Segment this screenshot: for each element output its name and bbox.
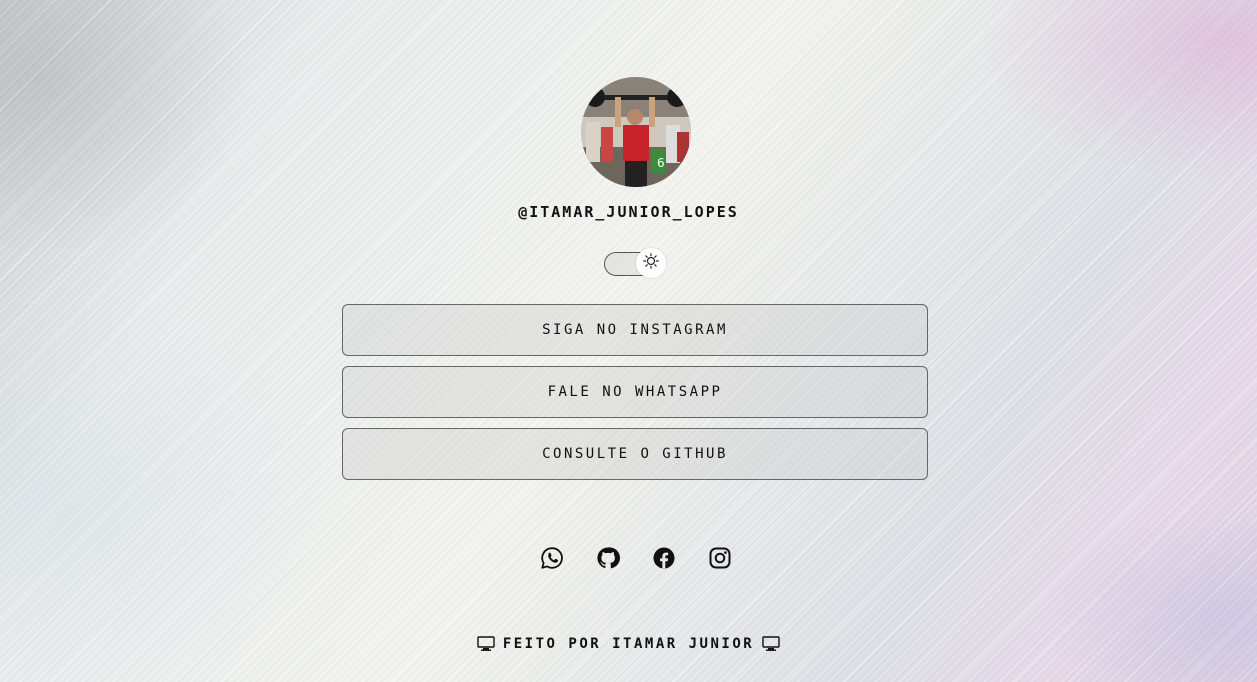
github-link-button[interactable]: CONSULTE O GITHUB <box>342 428 928 480</box>
computer-icon <box>762 636 780 652</box>
github-icon[interactable] <box>596 546 620 570</box>
computer-icon <box>477 636 495 652</box>
instagram-icon[interactable] <box>708 546 732 570</box>
profile-page: 6 @ITAMAR_JUNIOR_LOPES SIGA NO INSTAGRAM… <box>0 0 1257 682</box>
footer-text: FEITO POR ITAMAR JUNIOR <box>502 636 755 652</box>
whatsapp-link-button[interactable]: FALE NO WHATSAPP <box>342 366 928 418</box>
theme-toggle[interactable] <box>604 248 666 278</box>
instagram-link-button[interactable]: SIGA NO INSTAGRAM <box>342 304 928 356</box>
sun-icon <box>643 253 659 273</box>
svg-text:6: 6 <box>657 156 665 170</box>
social-icons <box>540 546 740 570</box>
facebook-icon[interactable] <box>652 546 676 570</box>
toggle-knob[interactable] <box>636 248 666 278</box>
avatar: 6 <box>581 77 691 187</box>
footer: FEITO POR ITAMAR JUNIOR <box>0 636 1257 652</box>
whatsapp-icon[interactable] <box>540 546 564 570</box>
username: @ITAMAR_JUNIOR_LOPES <box>518 203 739 221</box>
